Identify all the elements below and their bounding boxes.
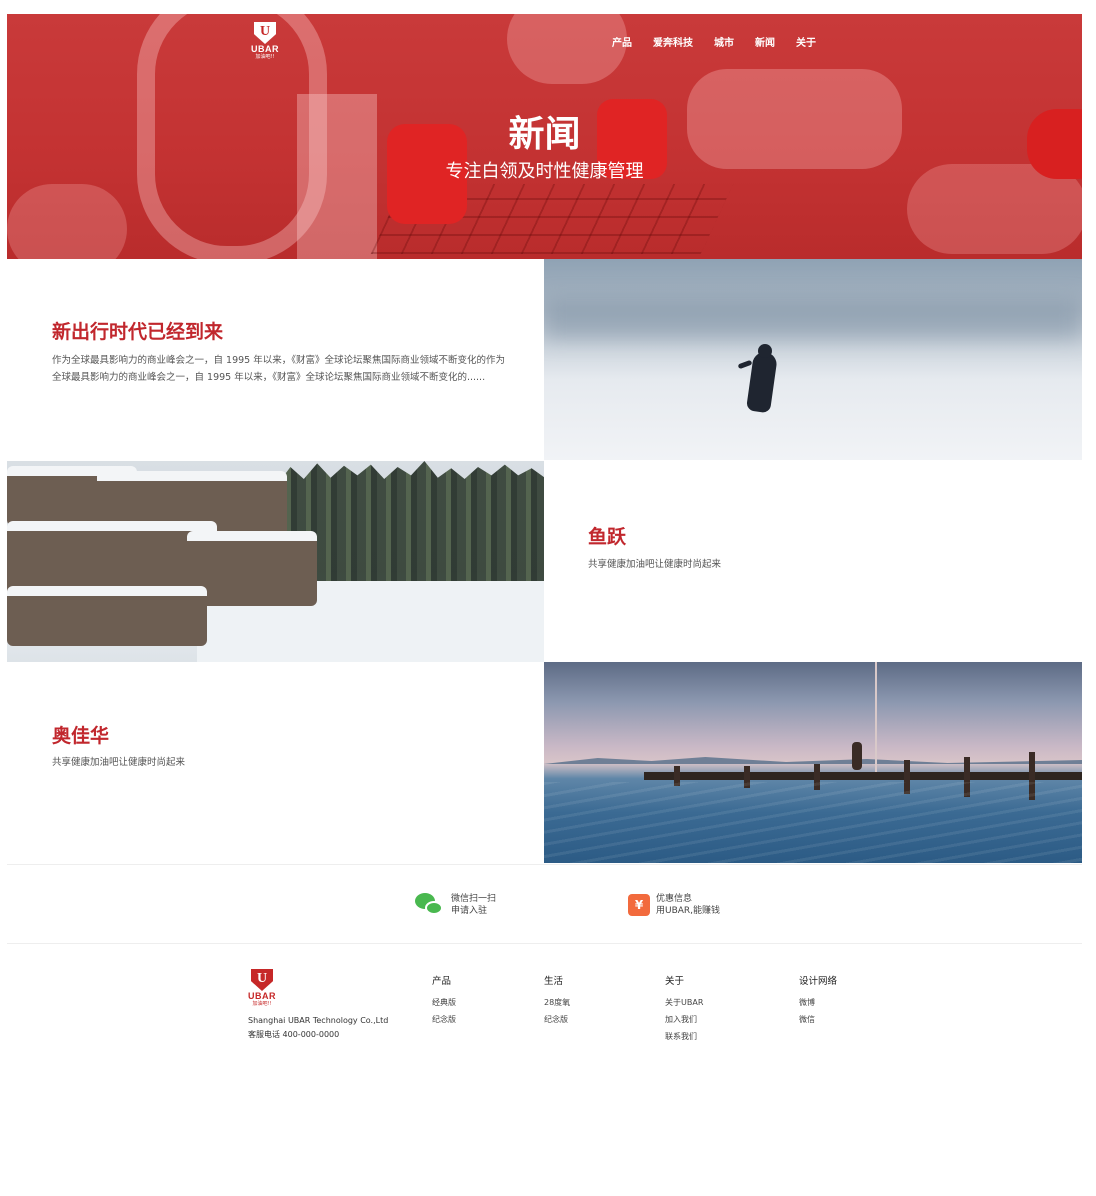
nav-item-aiben-tech[interactable]: 爱奔科技 xyxy=(653,34,693,49)
news-title[interactable]: 新出行时代已经到来 xyxy=(52,317,223,344)
footer-logo[interactable]: U UBAR 加油吧!! xyxy=(248,969,276,1007)
image-haze xyxy=(544,299,1082,339)
wechat-scan-item[interactable]: 微信扫一扫 申请入驻 xyxy=(415,893,496,917)
wechat-text: 微信扫一扫 申请入驻 xyxy=(451,893,496,917)
footer-column-products: 产品 经典版 纪念版 xyxy=(432,973,456,1028)
footer-heading: 生活 xyxy=(544,976,564,987)
news-excerpt: 共享健康加油吧让健康时尚起来 xyxy=(52,757,186,768)
footer-column-life: 生活 28度氧 纪念版 xyxy=(544,973,570,1028)
wechat-line2: 申请入驻 xyxy=(451,906,488,916)
news-title[interactable]: 鱼跃 xyxy=(588,522,626,549)
company-name: Shanghai UBAR Technology Co.,Ltd xyxy=(248,1016,389,1025)
wechat-line1: 微信扫一扫 xyxy=(451,894,497,904)
footer-link[interactable]: 纪念版 xyxy=(544,1011,570,1028)
news-row: 新出行时代已经到来 作为全球最具影响力的商业峰会之一，自 1995 年以来，《财… xyxy=(7,259,1082,460)
nav-item-products[interactable]: 产品 xyxy=(612,34,632,49)
footer-link[interactable]: 纪念版 xyxy=(432,1011,456,1028)
footer-link[interactable]: 加入我们 xyxy=(665,1011,703,1028)
news-image-pier[interactable] xyxy=(544,662,1082,863)
news-card[interactable]: 鱼跃 共享健康加油吧让健康时尚起来 xyxy=(544,461,1082,662)
forest-shape xyxy=(277,461,544,581)
news-card[interactable]: 新出行时代已经到来 作为全球最具影响力的商业峰会之一，自 1995 年以来，《财… xyxy=(7,259,544,460)
service-phone: 客服电话 400-000-0000 xyxy=(248,1030,340,1039)
dog-figure xyxy=(852,742,862,770)
news-row: 鱼跃 共享健康加油吧让健康时尚起来 xyxy=(7,461,1082,662)
footer-link[interactable]: 关于UBAR xyxy=(665,994,703,1011)
company-info: Shanghai UBAR Technology Co.,Ltd 客服电话 40… xyxy=(248,1014,388,1042)
promo-strip: 微信扫一扫 申请入驻 ¥ 优惠信息 用UBAR,能赚钱 xyxy=(7,864,1082,944)
deals-item[interactable]: ¥ 优惠信息 用UBAR,能赚钱 xyxy=(628,893,720,917)
logo-wordmark: UBAR xyxy=(251,44,279,54)
sea-waves xyxy=(544,782,1082,863)
header-logo[interactable]: U UBAR 加油吧!! xyxy=(251,22,279,60)
hero-bg-shape xyxy=(7,184,127,259)
news-excerpt: 共享健康加油吧让健康时尚起来 xyxy=(588,559,722,570)
page-title: 新闻 xyxy=(508,114,581,155)
pier-pole xyxy=(875,662,877,772)
ubar-shield-icon: U xyxy=(254,22,276,44)
mountain-range xyxy=(544,757,1082,764)
nav-item-city[interactable]: 城市 xyxy=(714,34,734,49)
logo-wordmark: UBAR xyxy=(248,991,276,1001)
footer-heading: 关于 xyxy=(665,976,685,987)
deals-line1: 优惠信息 xyxy=(656,894,693,904)
footer-link[interactable]: 经典版 xyxy=(432,994,456,1011)
footer-link[interactable]: 28度氧 xyxy=(544,994,570,1011)
nav-item-news[interactable]: 新闻 xyxy=(755,34,775,49)
news-row: 奥佳华 共享健康加油吧让健康时尚起来 xyxy=(7,662,1082,863)
footer-heading: 设计网络 xyxy=(799,976,838,987)
hero-banner: U UBAR 加油吧!! 产品 爱奔科技 城市 新闻 关于 新闻 专注白领及时性… xyxy=(7,14,1082,259)
wechat-icon xyxy=(415,893,445,917)
logo-tagline: 加油吧!! xyxy=(255,54,275,60)
news-image-penguin[interactable] xyxy=(544,259,1082,460)
footer-heading: 产品 xyxy=(432,976,452,987)
hero-bg-shape xyxy=(507,14,627,84)
deal-tag-icon: ¥ xyxy=(628,894,650,916)
footer-link[interactable]: 联系我们 xyxy=(665,1028,703,1045)
rock-shape xyxy=(7,586,207,646)
news-card[interactable]: 奥佳华 共享健康加油吧让健康时尚起来 xyxy=(7,662,544,863)
footer-link[interactable]: 微博 xyxy=(799,994,837,1011)
pier-deck xyxy=(644,772,1082,780)
footer-column-design-network: 设计网络 微博 微信 xyxy=(799,973,837,1028)
news-excerpt: 作为全球最具影响力的商业峰会之一，自 1995 年以来，《财富》全球论坛聚焦国际… xyxy=(52,355,505,383)
footer-column-about: 关于 关于UBAR 加入我们 联系我们 xyxy=(665,973,703,1045)
news-image-snow-rocks[interactable] xyxy=(7,461,544,662)
footer: U UBAR 加油吧!! Shanghai UBAR Technology Co… xyxy=(0,944,1096,1196)
logo-tagline: 加油吧!! xyxy=(252,1001,272,1007)
footer-link[interactable]: 微信 xyxy=(799,1011,837,1028)
news-title[interactable]: 奥佳华 xyxy=(52,721,109,748)
deals-text: 优惠信息 用UBAR,能赚钱 xyxy=(656,893,720,917)
nav-item-about[interactable]: 关于 xyxy=(796,34,816,49)
ubar-shield-icon: U xyxy=(251,969,273,991)
penguin-figure xyxy=(737,344,780,414)
deals-line2: 用UBAR,能赚钱 xyxy=(656,906,721,916)
page-subtitle: 专注白领及时性健康管理 xyxy=(445,161,644,182)
main-nav: 产品 爱奔科技 城市 新闻 关于 xyxy=(612,34,837,49)
